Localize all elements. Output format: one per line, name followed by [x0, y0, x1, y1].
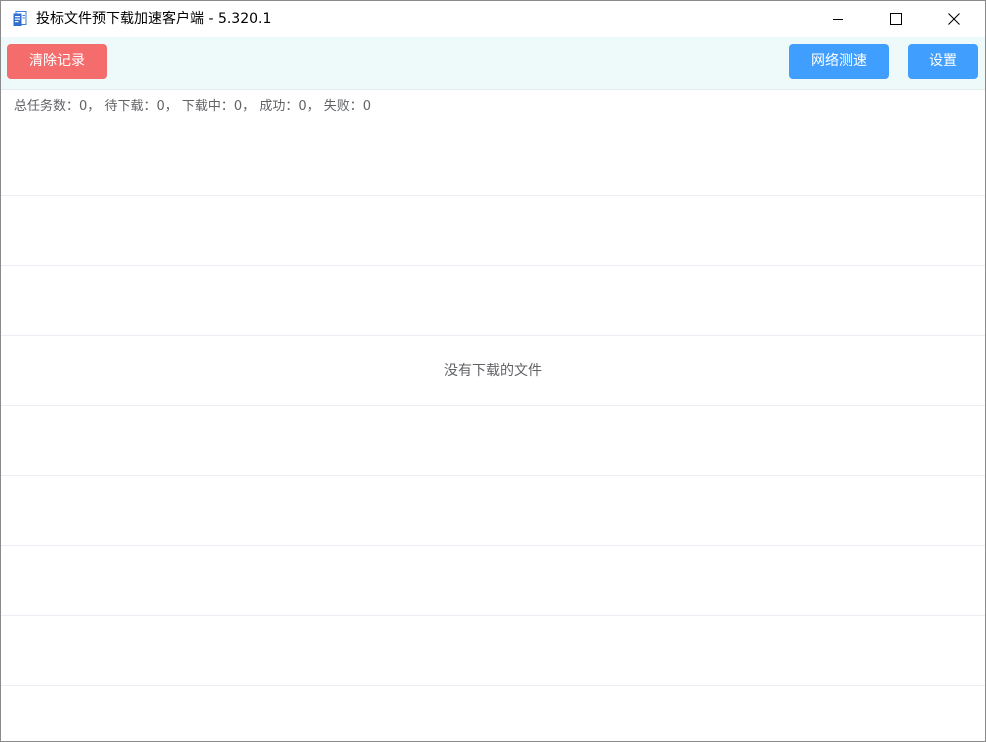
list-row-divider [1, 615, 985, 616]
stat-downloading-value: 0 [233, 99, 243, 114]
stat-separator: ， [164, 99, 182, 114]
stat-separator: ， [87, 99, 105, 114]
maximize-button[interactable] [867, 1, 925, 37]
title-bar: 投标文件预下载加速客户端 - 5.320.1 [1, 1, 985, 37]
stat-failed-label: 失败： [323, 99, 363, 114]
settings-button[interactable]: 设置 [908, 44, 978, 79]
close-icon [948, 10, 960, 29]
minimize-button[interactable] [809, 1, 867, 37]
stat-total-label: 总任务数： [14, 99, 80, 114]
list-row-divider [1, 545, 985, 546]
app-document-icon [13, 11, 27, 27]
list-row-divider [1, 335, 985, 336]
stat-failed-value: 0 [362, 99, 372, 114]
stat-separator: ， [306, 99, 324, 114]
stat-success-value: 0 [298, 99, 307, 114]
stat-pending-label: 待下载： [104, 99, 157, 114]
minimize-icon [832, 10, 844, 29]
stat-separator: ， [242, 99, 260, 114]
task-stats: 总任务数：0， 待下载：0， 下载中：0， 成功：0， 失败：0 [14, 98, 371, 116]
download-list: 没有下载的文件 [1, 126, 985, 741]
list-row-divider [1, 475, 985, 476]
window-title: 投标文件预下载加速客户端 - 5.320.1 [36, 11, 272, 27]
clear-records-button[interactable]: 清除记录 [7, 44, 107, 79]
empty-list-message: 没有下载的文件 [444, 363, 542, 379]
close-button[interactable] [925, 1, 983, 37]
list-row-divider [1, 265, 985, 266]
list-row-divider [1, 405, 985, 406]
stat-success-label: 成功： [259, 99, 299, 114]
app-window: 投标文件预下载加速客户端 - 5.320.1 清除记录 网络测速 设置 总任务数… [0, 0, 986, 742]
maximize-icon [890, 10, 902, 29]
toolbar: 清除记录 网络测速 设置 [1, 37, 985, 90]
stat-downloading-label: 下载中： [181, 99, 234, 114]
list-row-divider [1, 195, 985, 196]
network-speedtest-button[interactable]: 网络测速 [789, 44, 889, 79]
stat-pending-value: 0 [156, 99, 165, 114]
list-row-divider [1, 685, 985, 686]
